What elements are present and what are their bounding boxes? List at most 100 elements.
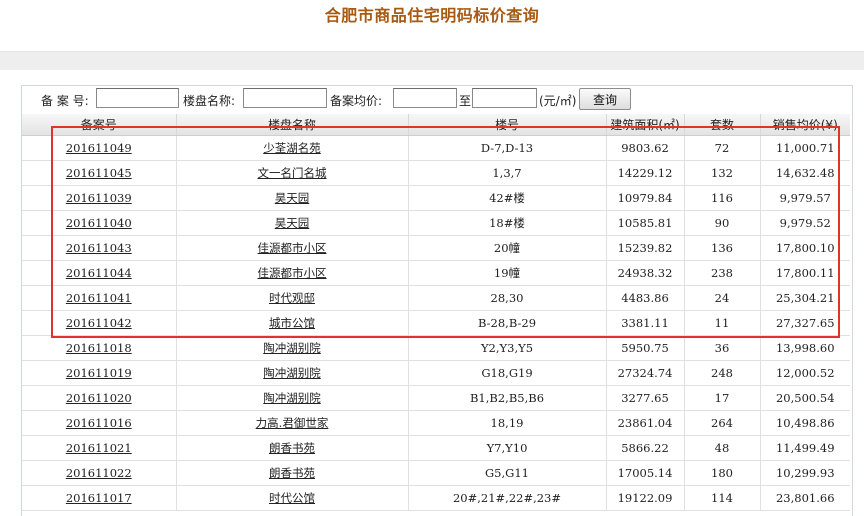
cell-record-no: 201611049 <box>22 135 176 161</box>
record-no-link[interactable]: 201611044 <box>66 266 132 280</box>
avg-price-label: 备案均价: <box>330 94 383 108</box>
project-name-link[interactable]: 陶冲湖别院 <box>263 341 321 355</box>
cell-record-no: 201611020 <box>22 385 176 411</box>
cell-unit-count: 36 <box>683 335 760 361</box>
record-no-link[interactable]: 201611043 <box>66 241 132 255</box>
cell-project-name: 佳源都市小区 <box>175 235 408 261</box>
table-row: 201611041 时代观邸 28,30 4483.86 24 25,304.21 <box>22 285 850 311</box>
cell-project-name: 陶冲湖别院 <box>175 335 408 361</box>
record-no-link[interactable]: 201611022 <box>66 466 132 480</box>
header-unit-count: 套数 <box>683 114 760 136</box>
cell-floor-area: 14229.12 <box>605 160 684 186</box>
cell-avg-price: 10,498.86 <box>759 410 850 436</box>
cell-project-name: 时代公馆 <box>175 485 408 511</box>
cell-floor-area: 19122.09 <box>605 485 684 511</box>
project-name-link[interactable]: 朗香书苑 <box>269 441 315 455</box>
record-no-link[interactable]: 201611045 <box>66 166 132 180</box>
cell-project-name: 少荃湖名苑 <box>175 135 408 161</box>
project-name-link[interactable]: 佳源都市小区 <box>258 266 327 280</box>
cell-building-no: G18,G19 <box>407 360 606 386</box>
project-name-link[interactable]: 佳源都市小区 <box>258 241 327 255</box>
cell-floor-area: 3277.65 <box>605 385 684 411</box>
cell-unit-count: 48 <box>683 435 760 461</box>
cell-unit-count: 11 <box>683 310 760 336</box>
project-name-link[interactable]: 朗香书苑 <box>269 466 315 480</box>
project-name-link[interactable]: 时代公馆 <box>269 491 315 505</box>
record-no-link[interactable]: 201611039 <box>66 191 132 205</box>
cell-unit-count: 116 <box>683 185 760 211</box>
price-max-input[interactable] <box>472 88 537 108</box>
record-no-link[interactable]: 201611020 <box>66 391 132 405</box>
cell-unit-count: 90 <box>683 210 760 236</box>
cell-avg-price: 9,979.57 <box>759 185 850 211</box>
record-no-link[interactable]: 201611019 <box>66 366 132 380</box>
price-min-input[interactable] <box>393 88 457 108</box>
cell-record-no: 201611044 <box>22 260 176 286</box>
cell-building-no: 1,3,7 <box>407 160 606 186</box>
cell-floor-area: 15239.82 <box>605 235 684 261</box>
cell-building-no: 19幢 <box>407 260 606 286</box>
table-row: 201611045 文一名门名城 1,3,7 14229.12 132 14,632.48 <box>22 160 850 186</box>
project-name-link[interactable]: 昊天园 <box>275 191 310 205</box>
cell-project-name: 佳源都市小区 <box>175 260 408 286</box>
project-name-link[interactable]: 文一名门名城 <box>258 166 327 180</box>
record-no-link[interactable]: 201611049 <box>66 141 132 155</box>
cell-unit-count: 114 <box>683 485 760 511</box>
page-title: 合肥市商品住宅明码标价查询 <box>324 6 540 25</box>
header-project-name: 楼盘名称 <box>175 114 408 136</box>
table-row: 201611016 力高.君御世家 18,19 23861.04 264 10,498.8… <box>22 410 850 436</box>
project-name-link[interactable]: 陶冲湖别院 <box>263 391 321 405</box>
cell-avg-price: 13,998.60 <box>759 335 850 361</box>
project-name-link[interactable]: 城市公馆 <box>269 316 315 330</box>
cell-building-no: G5,G11 <box>407 460 606 486</box>
query-button[interactable]: 查询 <box>579 88 631 110</box>
cell-record-no: 201611040 <box>22 210 176 236</box>
record-no-link[interactable]: 201611017 <box>66 491 132 505</box>
cell-project-name: 朗香书苑 <box>175 435 408 461</box>
project-name-input[interactable] <box>243 88 327 108</box>
cell-avg-price: 25,304.21 <box>759 285 850 311</box>
project-name-link[interactable]: 时代观邸 <box>269 291 315 305</box>
header-record-no: 备案号 <box>22 114 176 136</box>
cell-record-no: 201611045 <box>22 160 176 186</box>
cell-project-name: 文一名门名城 <box>175 160 408 186</box>
cell-floor-area: 10585.81 <box>605 210 684 236</box>
cell-avg-price: 20,500.54 <box>759 385 850 411</box>
table-row: 201611042 城市公馆 B-28,B-29 3381.11 11 27,327.65 <box>22 310 850 336</box>
cell-building-no: B1,B2,B5,B6 <box>407 385 606 411</box>
cell-floor-area: 3381.11 <box>605 310 684 336</box>
cell-avg-price: 12,000.52 <box>759 360 850 386</box>
record-no-input[interactable] <box>96 88 179 108</box>
record-no-link[interactable]: 201611041 <box>66 291 132 305</box>
cell-record-no: 201611016 <box>22 410 176 436</box>
header-building-no: 楼号 <box>407 114 606 136</box>
record-no-label: 备 案 号: <box>41 94 89 108</box>
cell-project-name: 朗香书苑 <box>175 460 408 486</box>
project-name-link[interactable]: 力高.君御世家 <box>256 416 329 430</box>
project-name-link[interactable]: 少荃湖名苑 <box>263 141 321 155</box>
cell-avg-price: 17,800.10 <box>759 235 850 261</box>
cell-record-no: 201611017 <box>22 485 176 511</box>
cell-floor-area: 5866.22 <box>605 435 684 461</box>
table-row: 201611022 朗香书苑 G5,G11 17005.14 180 10,299.93 <box>22 460 850 486</box>
record-no-link[interactable]: 201611042 <box>66 316 132 330</box>
cell-unit-count: 238 <box>683 260 760 286</box>
record-no-link[interactable]: 201611040 <box>66 216 132 230</box>
project-name-link[interactable]: 昊天园 <box>275 216 310 230</box>
cell-record-no: 201611019 <box>22 360 176 386</box>
table-row: 201611019 陶冲湖别院 G18,G19 27324.74 248 12,000.5… <box>22 360 850 386</box>
project-name-link[interactable]: 陶冲湖别院 <box>263 366 321 380</box>
header-floor-area: 建筑面积(㎡) <box>605 114 684 136</box>
record-no-link[interactable]: 201611016 <box>66 416 132 430</box>
cell-floor-area: 17005.14 <box>605 460 684 486</box>
cell-avg-price: 9,979.52 <box>759 210 850 236</box>
cell-record-no: 201611018 <box>22 335 176 361</box>
table-row: 201611020 陶冲湖别院 B1,B2,B5,B6 3277.65 17 20,500… <box>22 385 850 411</box>
record-no-link[interactable]: 201611021 <box>66 441 132 455</box>
cell-avg-price: 10,299.93 <box>759 460 850 486</box>
record-no-link[interactable]: 201611018 <box>66 341 132 355</box>
header-avg-price: 销售均价(¥) <box>759 114 850 136</box>
cell-floor-area: 24938.32 <box>605 260 684 286</box>
cell-avg-price: 27,327.65 <box>759 310 850 336</box>
cell-unit-count: 17 <box>683 385 760 411</box>
